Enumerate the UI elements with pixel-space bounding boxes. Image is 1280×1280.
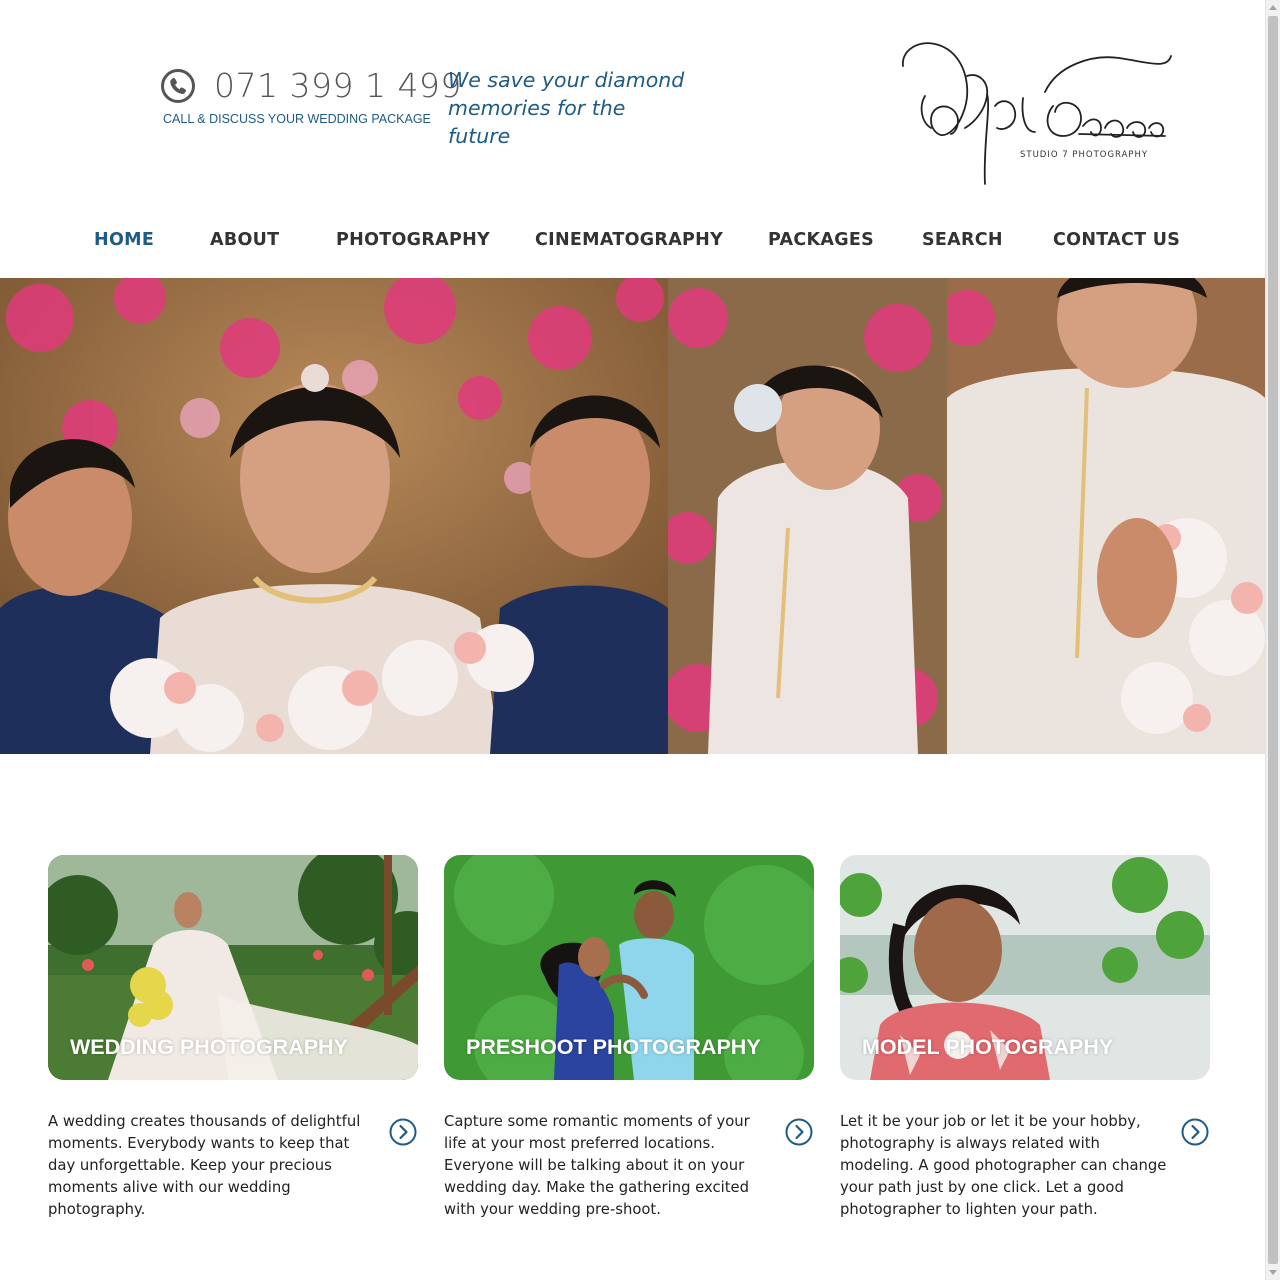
chevron-right-circle-icon[interactable] <box>389 1118 417 1146</box>
nav-item-search[interactable]: SEARCH <box>922 230 1003 250</box>
tagline-line-1: We save your diamond <box>448 68 685 92</box>
tagline: We save your diamond memories for the fu… <box>448 66 688 150</box>
nav-item-home[interactable]: HOME <box>94 230 154 250</box>
card-description: A wedding creates thousands of delightfu… <box>48 1113 361 1218</box>
card-description: Capture some romantic moments of your li… <box>444 1113 750 1218</box>
hero-photo-bride-closeup <box>947 278 1265 754</box>
nav-item-packages[interactable]: PACKAGES <box>768 230 874 250</box>
phone-icon <box>161 69 195 103</box>
card-title[interactable]: MODEL PHOTOGRAPHY <box>862 1035 1113 1060</box>
phone-number[interactable]: 071 399 1 499 <box>214 66 462 105</box>
tagline-line-2: memories for the future <box>448 96 626 148</box>
site-header: 071 399 1 499 CALL & DISCUSS YOUR WEDDIN… <box>0 0 1265 210</box>
nav-item-about[interactable]: ABOUT <box>210 230 279 250</box>
main-navigation: HOME ABOUT PHOTOGRAPHY CINEMATOGRAPHY PA… <box>0 224 1265 260</box>
nav-item-photography[interactable]: PHOTOGRAPHY <box>336 230 490 250</box>
hero-banner <box>0 278 1265 754</box>
hero-photo-bride-portrait <box>668 278 947 754</box>
card-description: Let it be your job or let it be your hob… <box>840 1113 1167 1218</box>
page-scrollbar[interactable] <box>1265 0 1280 1280</box>
nav-item-contact-us[interactable]: CONTACT US <box>1053 230 1180 250</box>
scroll-down-arrow-icon[interactable] <box>1269 1270 1277 1275</box>
scroll-thumb[interactable] <box>1268 16 1278 1264</box>
studio-logo[interactable]: STUDIO 7 PHOTOGRAPHY <box>895 36 1180 191</box>
card-title[interactable]: PRESHOOT PHOTOGRAPHY <box>466 1035 761 1060</box>
scroll-up-arrow-icon[interactable] <box>1269 5 1277 10</box>
logo-subtitle: STUDIO 7 PHOTOGRAPHY <box>1020 150 1148 160</box>
nav-item-cinematography[interactable]: CINEMATOGRAPHY <box>535 230 723 250</box>
card-title[interactable]: WEDDING PHOTOGRAPHY <box>70 1035 348 1060</box>
hero-photo-bride-with-bridesmaids <box>0 278 668 754</box>
chevron-right-circle-icon[interactable] <box>1181 1118 1209 1146</box>
chevron-right-circle-icon[interactable] <box>785 1118 813 1146</box>
phone-caption: CALL & DISCUSS YOUR WEDDING PACKAGE <box>163 112 431 126</box>
